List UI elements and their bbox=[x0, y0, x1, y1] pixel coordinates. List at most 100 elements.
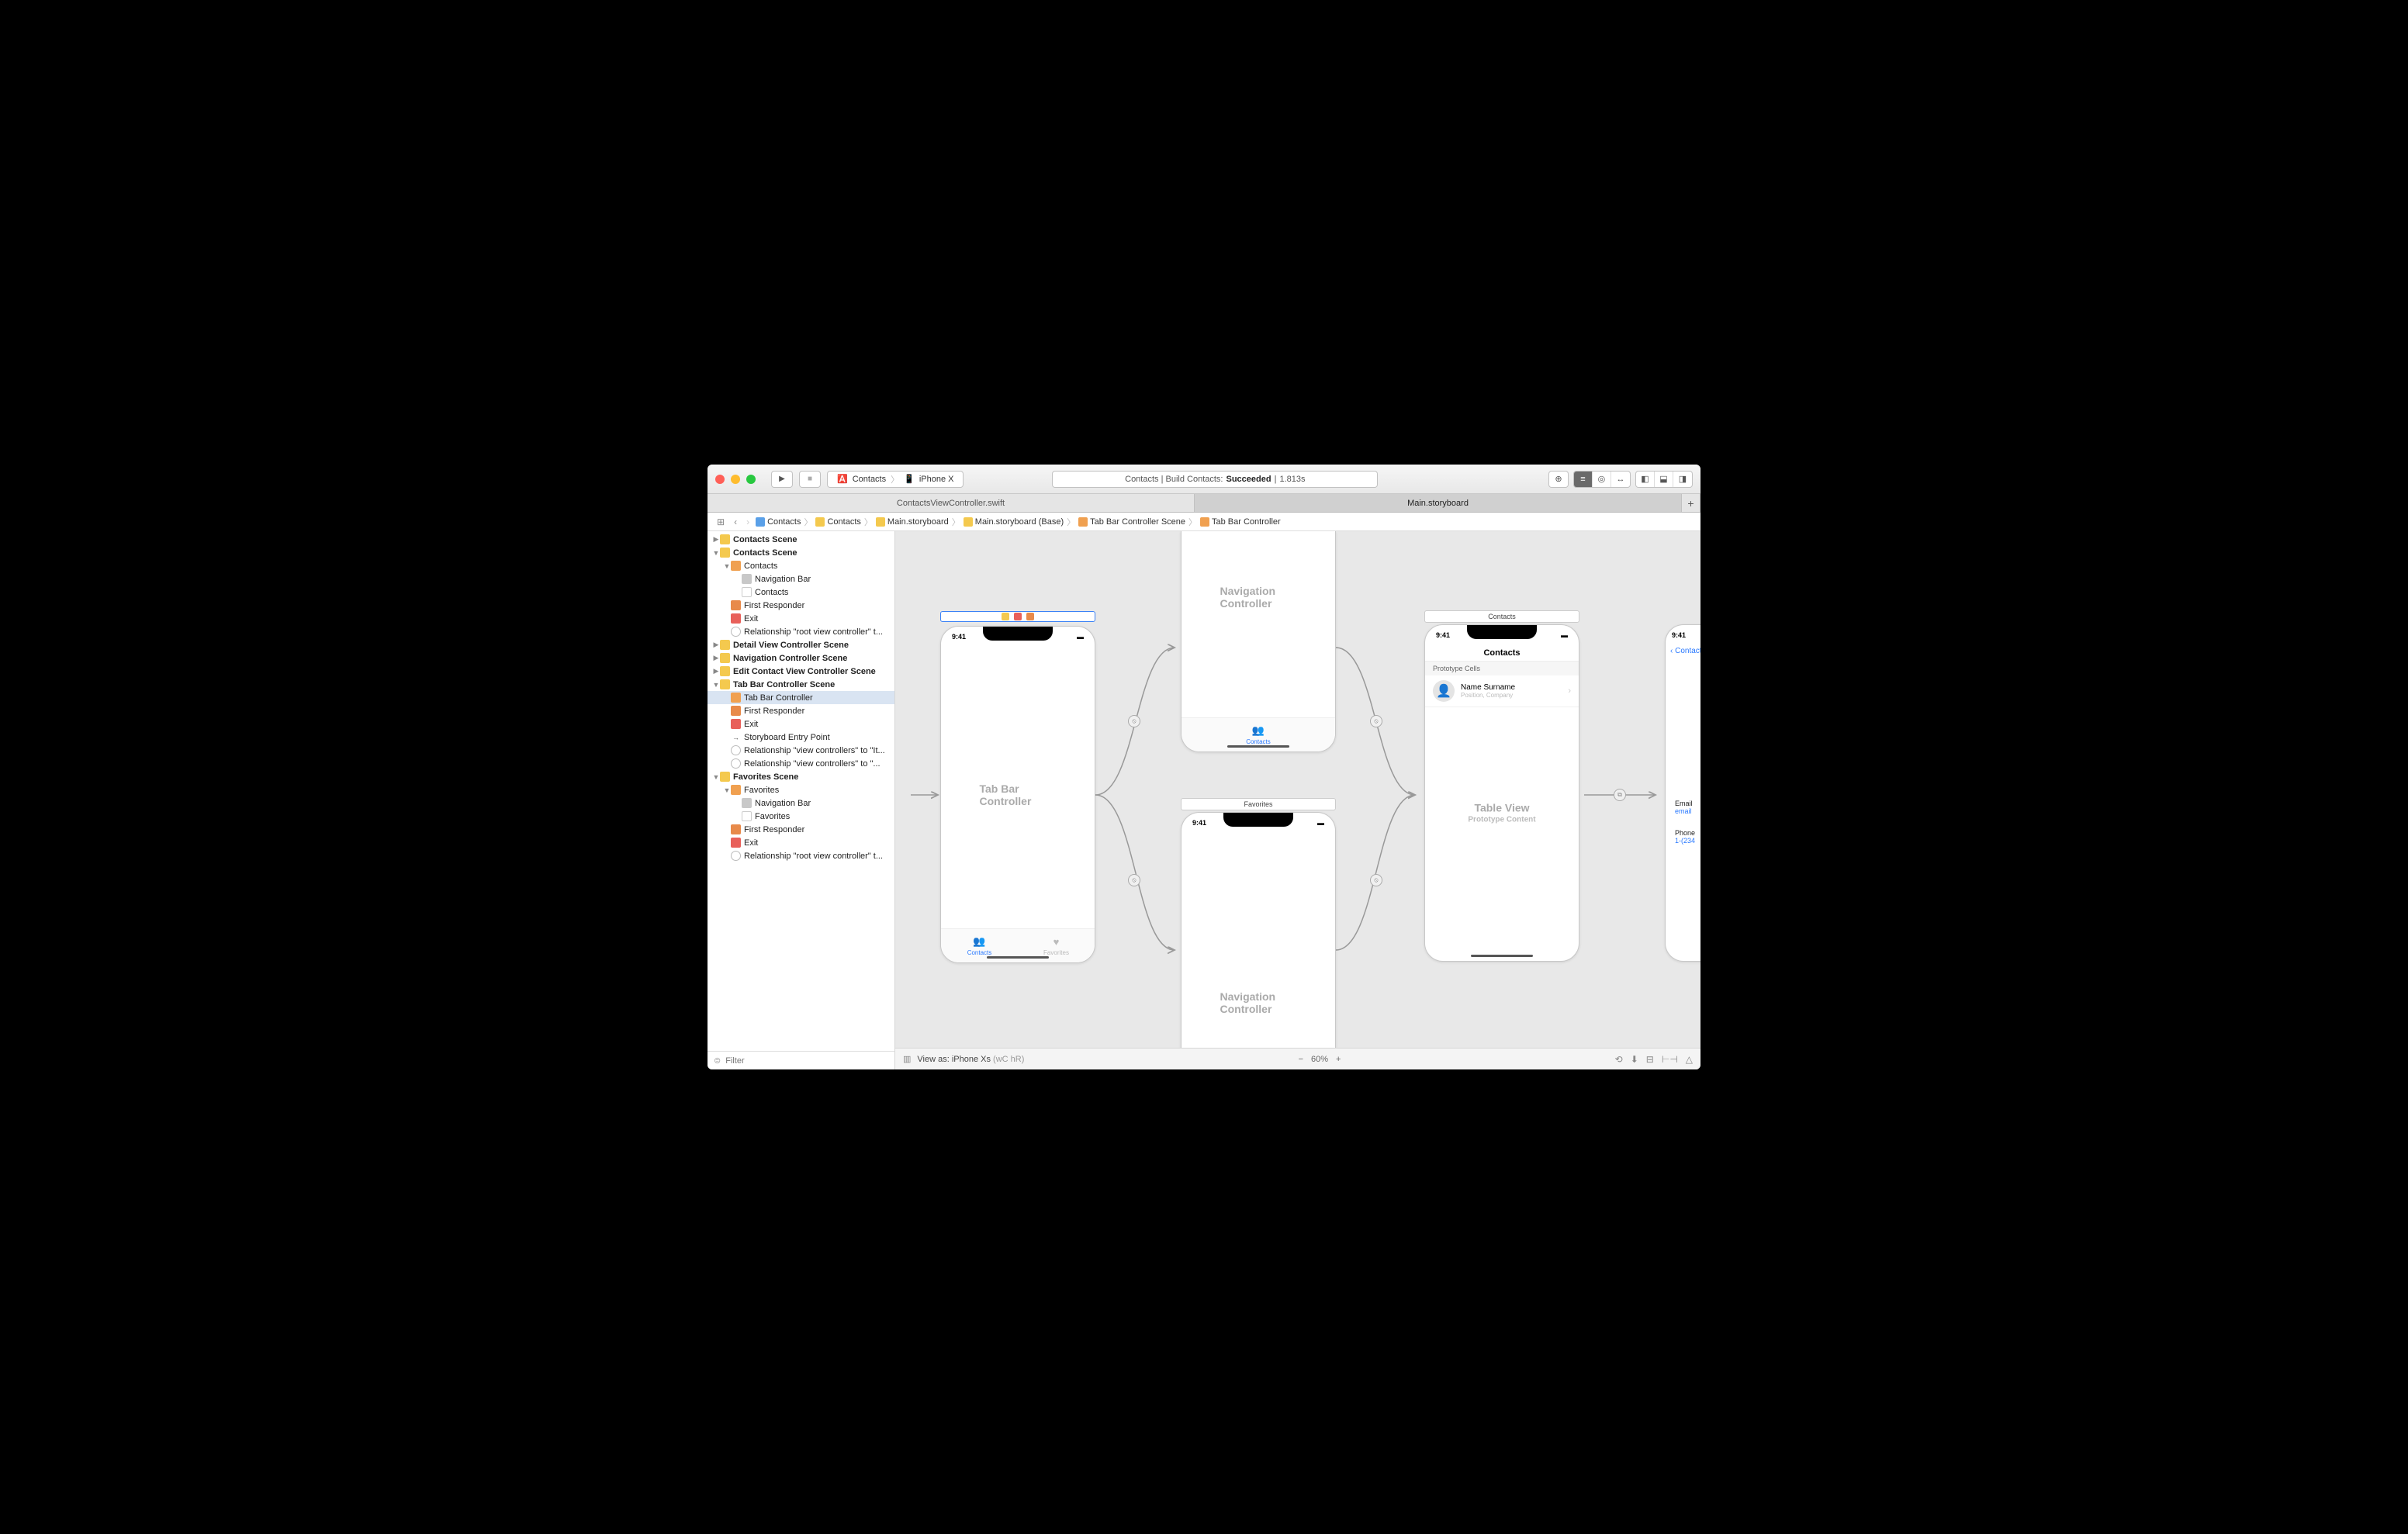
close-window-button[interactable] bbox=[715, 475, 725, 484]
embed-icon[interactable]: ⬇ bbox=[1631, 1054, 1638, 1065]
nav-back-button[interactable]: ‹ bbox=[731, 517, 740, 527]
version-editor-button[interactable]: ↔ bbox=[1611, 472, 1630, 487]
storyboard-icon bbox=[964, 517, 973, 527]
outline-label: Contacts Scene bbox=[733, 548, 797, 558]
scene-nav-controller-bottom[interactable]: 9:41 ▬ Navigation Controller bbox=[1181, 812, 1336, 1048]
outline-row[interactable]: Relationship "view controllers" to "... bbox=[708, 757, 894, 770]
outline-row[interactable]: ▼Contacts bbox=[708, 559, 894, 572]
chevron-right-icon: 〉 bbox=[952, 516, 960, 528]
outline-row[interactable]: →Storyboard Entry Point bbox=[708, 731, 894, 744]
disclosure-icon[interactable]: ▼ bbox=[723, 562, 731, 570]
outline-filter-input[interactable] bbox=[725, 1056, 888, 1066]
scene-label-contacts[interactable]: Contacts bbox=[1424, 610, 1579, 623]
related-items-icon[interactable]: ⊞ bbox=[714, 517, 728, 527]
scheme-selector[interactable]: 🅰️ Contacts 〉 📱 iPhone X bbox=[827, 471, 964, 488]
outline-row[interactable]: ▶Edit Contact View Controller Scene bbox=[708, 665, 894, 678]
outline-row[interactable]: Exit bbox=[708, 717, 894, 731]
toggle-debug-button[interactable]: ⬓ bbox=[1655, 472, 1673, 487]
outline-row[interactable]: Exit bbox=[708, 612, 894, 625]
outline-row[interactable]: Tab Bar Controller bbox=[708, 691, 894, 704]
run-button[interactable] bbox=[771, 471, 793, 488]
outline-row[interactable]: ▶Navigation Controller Scene bbox=[708, 651, 894, 665]
outline-row[interactable]: ▶Detail View Controller Scene bbox=[708, 638, 894, 651]
resolve-icon[interactable]: △ bbox=[1686, 1054, 1693, 1065]
outline-tree[interactable]: ▶Contacts Scene▼Contacts Scene▼ContactsN… bbox=[708, 531, 894, 864]
editor-tabbar: ContactsViewController.swift Main.storyb… bbox=[708, 494, 1700, 513]
zoom-window-button[interactable] bbox=[746, 475, 756, 484]
toggle-inspector-button[interactable]: ◨ bbox=[1673, 472, 1692, 487]
scene-tabbar-controller[interactable]: 9:41 ▬ Tab Bar Controller 👥Contacts ♥Fav… bbox=[940, 626, 1095, 963]
update-frames-icon[interactable]: ⟲ bbox=[1615, 1054, 1623, 1065]
segue-node[interactable]: ⦸ bbox=[1128, 874, 1140, 886]
outline-row[interactable]: ▼Favorites Scene bbox=[708, 770, 894, 783]
nav-forward-button[interactable]: › bbox=[743, 517, 752, 527]
segue-node[interactable]: ⧉ bbox=[1614, 789, 1626, 801]
interface-builder-canvas[interactable]: ⦸ ⦸ ⦸ ⦸ ⧉ 9:41 ▬ Tab bbox=[895, 531, 1700, 1048]
view-as-label[interactable]: View as: iPhone Xs (wC hR) bbox=[917, 1055, 1024, 1064]
tab-mainstoryboard[interactable]: Main.storyboard bbox=[1195, 494, 1682, 512]
outline-row[interactable]: ★Favorites bbox=[708, 810, 894, 823]
outline-row[interactable]: ▼Tab Bar Controller Scene bbox=[708, 678, 894, 691]
scene-nav-controller-top[interactable]: Navigation Controller 👥Contacts bbox=[1181, 531, 1336, 752]
zoom-level[interactable]: 60% bbox=[1311, 1055, 1328, 1064]
crumb-storyboard[interactable]: Main.storyboard bbox=[876, 517, 949, 527]
standard-editor-button[interactable]: ≡ bbox=[1574, 472, 1593, 487]
toggle-outline-icon[interactable]: ▥ bbox=[903, 1054, 911, 1064]
crumb-controller[interactable]: Tab Bar Controller bbox=[1200, 517, 1281, 527]
segue-node[interactable]: ⦸ bbox=[1370, 715, 1382, 727]
home-indicator bbox=[1471, 955, 1533, 957]
outline-row[interactable]: ▶Contacts Scene bbox=[708, 533, 894, 546]
toggle-navigator-button[interactable]: ◧ bbox=[1636, 472, 1655, 487]
crumb-scene[interactable]: Tab Bar Controller Scene bbox=[1078, 517, 1185, 527]
crumb-project[interactable]: Contacts bbox=[756, 517, 801, 527]
crumb-folder[interactable]: Contacts bbox=[815, 517, 860, 527]
prototype-cell[interactable]: 👤 Name Surname Position, Company › bbox=[1425, 675, 1579, 707]
scene-label-favorites[interactable]: Favorites bbox=[1181, 798, 1336, 810]
disclosure-icon[interactable]: ▼ bbox=[712, 773, 720, 781]
disclosure-icon[interactable]: ▶ bbox=[712, 535, 720, 544]
zoom-out-button[interactable]: − bbox=[1299, 1055, 1303, 1064]
outline-row[interactable]: Relationship "root view controller" t... bbox=[708, 625, 894, 638]
outline-row[interactable]: ▼ Contacts Scene bbox=[708, 546, 894, 559]
minimize-window-button[interactable] bbox=[731, 475, 740, 484]
battery-icon: ▬ bbox=[1317, 819, 1324, 827]
disclosure-icon[interactable]: ▶ bbox=[712, 667, 720, 675]
outline-row[interactable]: Navigation Bar bbox=[708, 572, 894, 586]
outline-row[interactable]: First Responder bbox=[708, 599, 894, 612]
back-button[interactable]: ‹ Contacts bbox=[1666, 645, 1700, 657]
tab-contactsviewcontroller[interactable]: ContactsViewController.swift bbox=[708, 494, 1195, 512]
scene-detail[interactable]: 9:41 ‹ Contacts Email email Phone 1-(234 bbox=[1665, 624, 1700, 962]
outline-row[interactable]: First Responder bbox=[708, 704, 894, 717]
outline-row[interactable]: First Responder bbox=[708, 823, 894, 836]
align-icon[interactable]: ⊟ bbox=[1646, 1054, 1654, 1065]
outline-row[interactable]: ★Contacts bbox=[708, 586, 894, 599]
controller-icon bbox=[1002, 613, 1009, 620]
disclosure-icon[interactable]: ▼ bbox=[723, 786, 731, 794]
canvas-bottom-bar: ▥ View as: iPhone Xs (wC hR) − 60% + ⟲ ⬇… bbox=[895, 1048, 1700, 1069]
crumb-storyboard-base[interactable]: Main.storyboard (Base) bbox=[964, 517, 1064, 527]
pin-icon[interactable]: ⊢⊣ bbox=[1662, 1054, 1678, 1065]
segue-node[interactable]: ⦸ bbox=[1128, 715, 1140, 727]
assistant-editor-button[interactable]: ◎ bbox=[1593, 472, 1611, 487]
scene-contacts-table[interactable]: 9:41 ▬ Contacts Prototype Cells 👤 Name S… bbox=[1424, 624, 1579, 962]
outline-row[interactable]: Relationship "root view controller" t... bbox=[708, 849, 894, 862]
disclosure-icon[interactable]: ▼ bbox=[712, 681, 720, 689]
scene-title-bar[interactable] bbox=[940, 611, 1095, 622]
outline-row[interactable]: ▼Favorites bbox=[708, 783, 894, 796]
outline-row[interactable]: Relationship "view controllers" to "It..… bbox=[708, 744, 894, 757]
stop-button[interactable] bbox=[799, 471, 821, 488]
disclosure-icon[interactable]: ▼ bbox=[712, 549, 720, 557]
outline-row[interactable]: Navigation Bar bbox=[708, 796, 894, 810]
layout-tools: ⟲ ⬇ ⊟ ⊢⊣ △ bbox=[1615, 1054, 1693, 1065]
outline-label: Storyboard Entry Point bbox=[744, 733, 830, 742]
add-tab-button[interactable]: + bbox=[1682, 494, 1700, 512]
toolbar-right: ⊕ ≡ ◎ ↔ ◧ ⬓ ◨ bbox=[1548, 471, 1693, 488]
segue-node[interactable]: ⦸ bbox=[1370, 874, 1382, 886]
disclosure-icon[interactable]: ▶ bbox=[712, 654, 720, 662]
zoom-in-button[interactable]: + bbox=[1336, 1055, 1341, 1064]
chevron-right-icon: 〉 bbox=[804, 516, 812, 528]
activity-viewer[interactable]: Contacts | Build Contacts: Succeeded | 1… bbox=[1052, 471, 1378, 488]
disclosure-icon[interactable]: ▶ bbox=[712, 641, 720, 649]
library-button[interactable]: ⊕ bbox=[1549, 472, 1568, 487]
outline-row[interactable]: Exit bbox=[708, 836, 894, 849]
